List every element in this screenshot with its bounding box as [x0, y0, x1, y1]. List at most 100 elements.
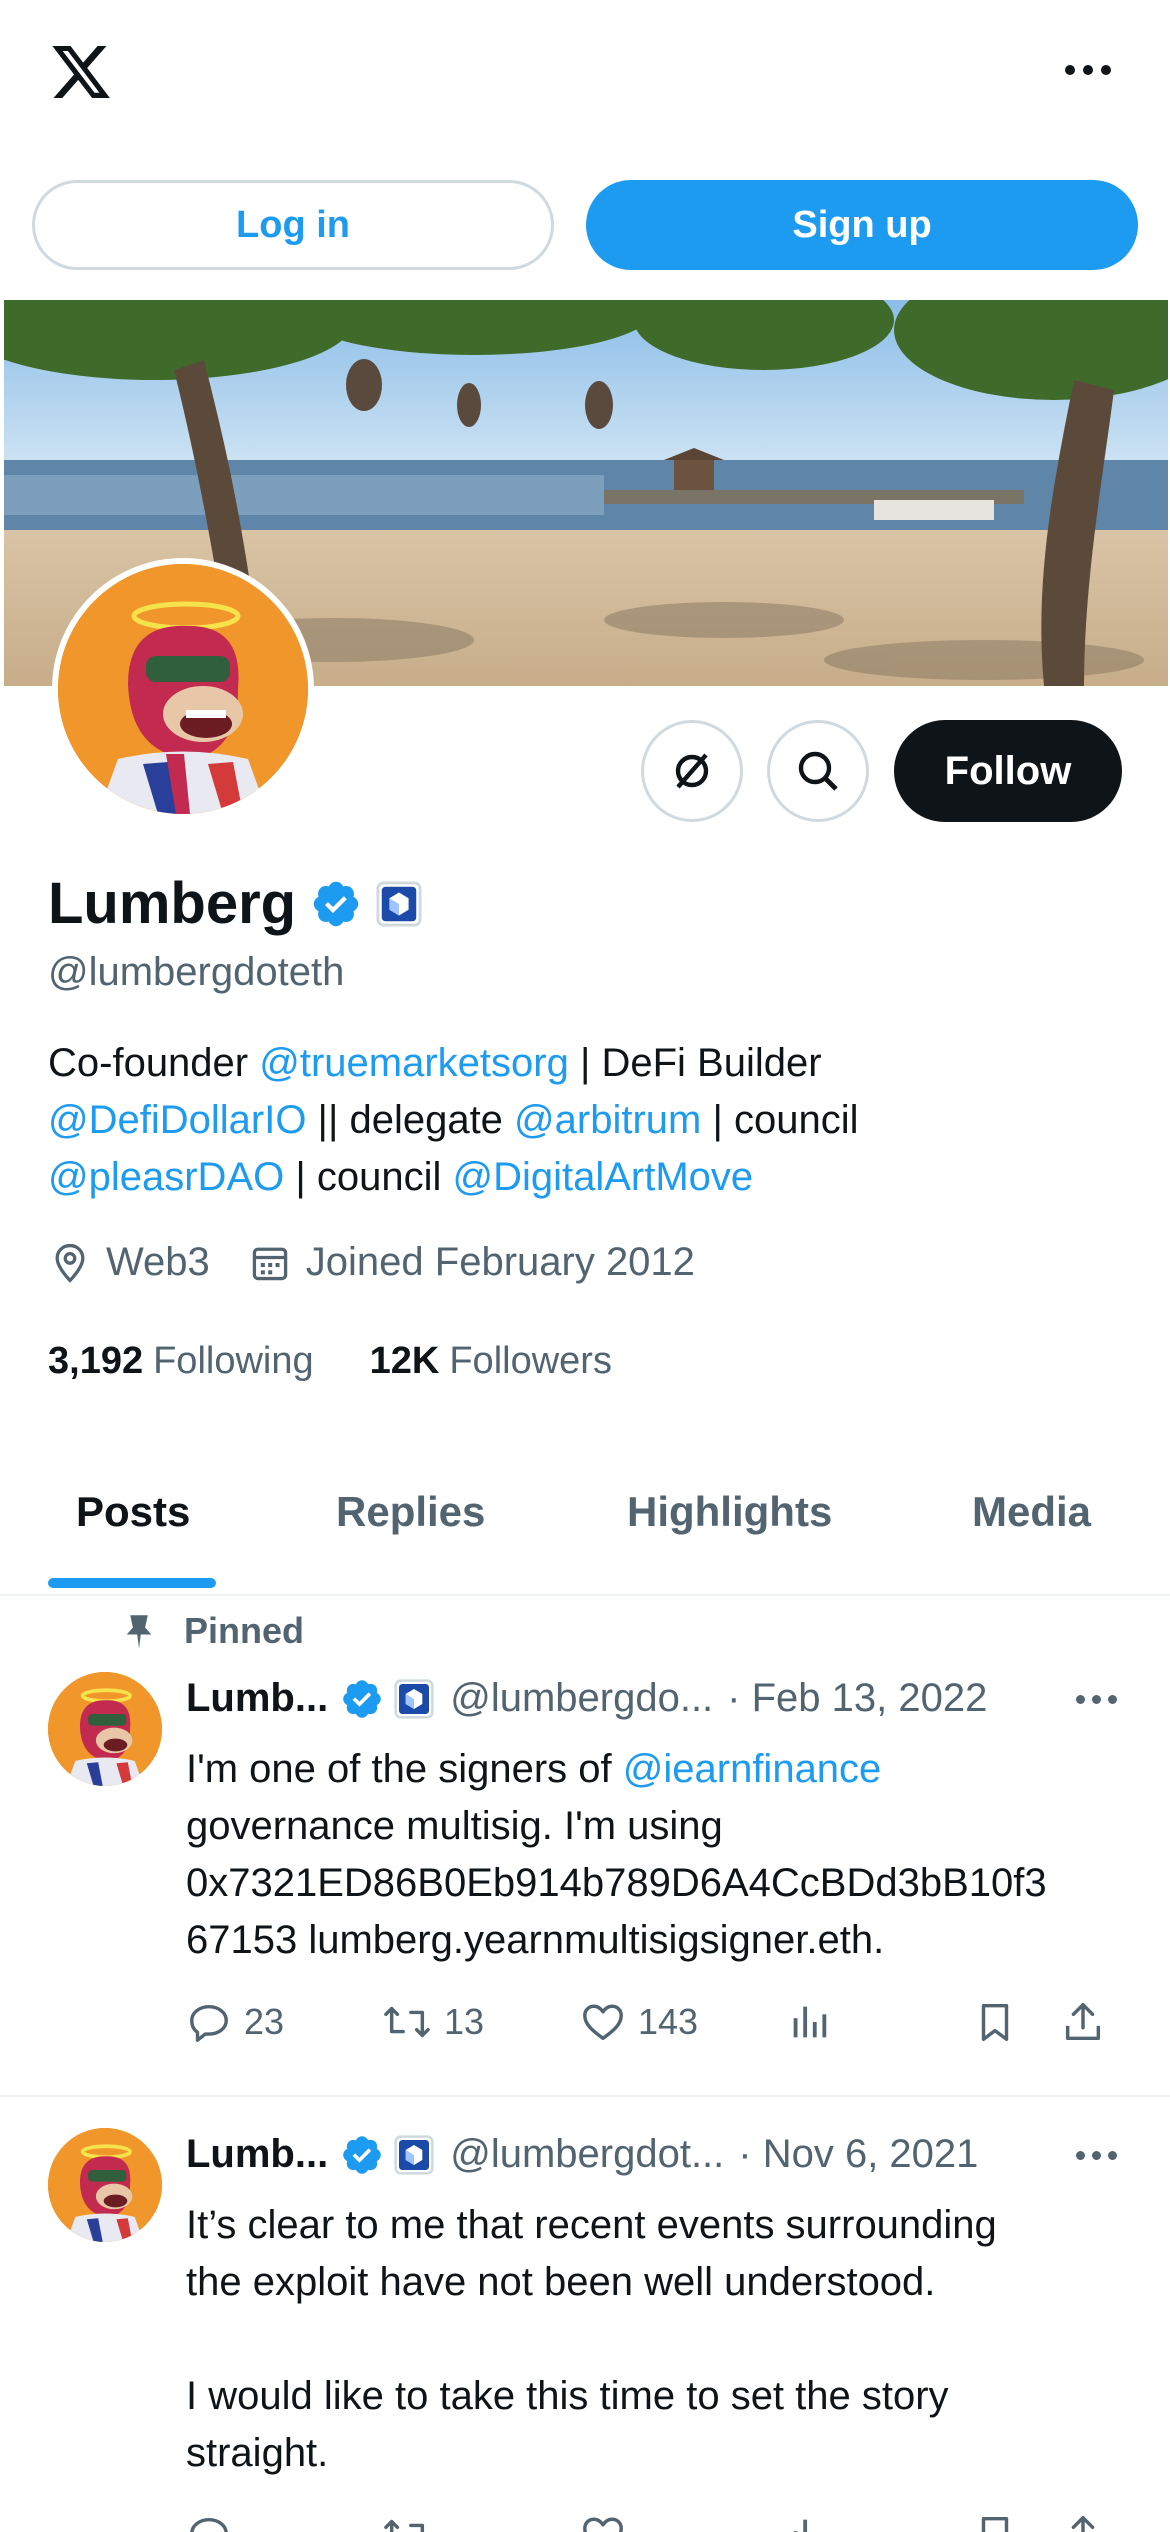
- heart-icon: [583, 2517, 623, 2532]
- tab-highlights[interactable]: Highlights: [627, 1488, 832, 1536]
- pinned-indicator: Pinned: [118, 1610, 304, 1652]
- tweet-mention-iearnfinance[interactable]: @iearnfinance: [623, 1747, 882, 1791]
- profile-avatar[interactable]: [52, 558, 314, 820]
- tweet-text: I'm one of the signers of @iearnfinance …: [186, 1741, 1136, 1969]
- tweet-actions: [186, 2512, 1126, 2532]
- profile-name-row: Lumberg: [48, 870, 422, 937]
- share-button[interactable]: [1060, 1999, 1106, 2045]
- views-button[interactable]: [786, 2512, 832, 2532]
- bookmark-button[interactable]: [972, 2512, 1018, 2532]
- grok-button[interactable]: [641, 720, 743, 822]
- login-button[interactable]: Log in: [32, 180, 554, 270]
- tweet-header: Lumb... @lumbergdot... · Nov 6, 2021: [186, 2132, 978, 2177]
- tweet-more-icon[interactable]: [1076, 1695, 1117, 1704]
- pinned-label: Pinned: [184, 1610, 305, 1651]
- profile-tabs: Posts Replies Highlights Media: [0, 1470, 1170, 1596]
- views-button[interactable]: [786, 1999, 832, 2045]
- tweet-text-line: I would like to take this time to set th…: [186, 2374, 949, 2418]
- verified-badge-icon: [313, 881, 359, 926]
- location-text: Web3: [106, 1240, 210, 1284]
- verified-badge-icon: [343, 1679, 382, 1718]
- joined-text: Joined February 2012: [305, 1240, 695, 1284]
- more-icon[interactable]: [1060, 56, 1116, 84]
- tweet-text-line: It’s clear to me that recent events surr…: [186, 2203, 997, 2247]
- signup-button[interactable]: Sign up: [586, 180, 1138, 270]
- tweet-author-name[interactable]: Lumb...: [186, 2132, 328, 2177]
- bio-text: Co-founder: [48, 1041, 260, 1085]
- location: Web3: [48, 1240, 210, 1285]
- repost-icon: [384, 2519, 425, 2532]
- bio-mention-truemarketsorg[interactable]: @truemarketsorg: [259, 1041, 569, 1085]
- tweet-text-line: 0x7321ED86B0Eb914b789D6A4CcBDd3bB10f3: [186, 1861, 1047, 1905]
- tweet-avatar[interactable]: [48, 1672, 162, 1786]
- bio-mention-pleasrdao[interactable]: @pleasrDAO: [48, 1155, 284, 1199]
- profile-handle: @lumbergdoteth: [48, 950, 345, 994]
- bio-line-2: @DefiDollarIO || delegate @arbitrum | co…: [48, 1092, 1128, 1149]
- bio-text: | council: [284, 1155, 453, 1199]
- search-button[interactable]: [767, 720, 869, 822]
- reply-button[interactable]: 23: [186, 1999, 284, 2045]
- share-button[interactable]: [1060, 2512, 1106, 2532]
- auth-buttons: Log in Sign up: [32, 180, 1138, 270]
- tweet-author-handle[interactable]: @lumbergdot...: [450, 2132, 724, 2177]
- tab-replies[interactable]: Replies: [336, 1488, 485, 1536]
- follow-button[interactable]: Follow: [894, 720, 1122, 822]
- grok-icon: [675, 753, 709, 789]
- reply-button[interactable]: [186, 2512, 232, 2532]
- tweet-header: Lumb... @lumbergdo... · Feb 13, 2022: [186, 1676, 987, 1721]
- affiliate-badge-icon: [394, 2134, 434, 2175]
- tweet-author-handle[interactable]: @lumbergdo...: [450, 1676, 713, 1721]
- repost-button[interactable]: 13: [382, 1999, 484, 2045]
- tweet-author-name[interactable]: Lumb...: [186, 1676, 328, 1721]
- reply-icon: [190, 2517, 228, 2532]
- bookmark-button[interactable]: [972, 1999, 1018, 2045]
- bookmark-icon: [981, 2516, 1009, 2532]
- bio-line-3: @pleasrDAO | council @DigitalArtMove: [48, 1149, 1128, 1206]
- tweet-text-part: I'm one of the signers of: [186, 1747, 623, 1791]
- repost-count: 13: [444, 2001, 485, 2042]
- bio-mention-defidollario[interactable]: @DefiDollarIO: [48, 1098, 306, 1142]
- views-chart-icon: [793, 2519, 808, 2532]
- tab-posts[interactable]: Posts: [76, 1488, 190, 1536]
- bio-mention-arbitrum[interactable]: @arbitrum: [514, 1098, 701, 1142]
- share-icon: [1065, 2003, 1101, 2041]
- tweet-text-line: 67153 lumberg.yearnmultisigsigner.eth.: [186, 1918, 885, 1962]
- profile-meta: Web3 Joined February 2012: [48, 1240, 733, 1285]
- tweet-avatar[interactable]: [48, 2128, 162, 2242]
- following-link[interactable]: 3,192 Following: [48, 1340, 314, 1383]
- tab-media[interactable]: Media: [972, 1488, 1091, 1536]
- tweet-date[interactable]: · Nov 6, 2021: [738, 2132, 978, 2177]
- repost-icon: [384, 2006, 430, 2038]
- followers-label: Followers: [449, 1340, 612, 1382]
- heart-icon: [583, 2004, 623, 2041]
- joined: Joined February 2012: [248, 1240, 695, 1285]
- verified-badge-icon: [343, 2135, 382, 2174]
- followers-count: 12K: [369, 1340, 440, 1382]
- search-icon: [798, 751, 838, 791]
- bio-line-1: Co-founder @truemarketsorg | DeFi Builde…: [48, 1035, 1128, 1092]
- like-button[interactable]: [580, 2512, 626, 2532]
- following-count: 3,192: [48, 1340, 144, 1382]
- tweet-date[interactable]: · Feb 13, 2022: [727, 1676, 987, 1721]
- followers-link[interactable]: 12K Followers: [370, 1340, 612, 1383]
- bio-text: | DeFi Builder: [568, 1041, 822, 1085]
- bio-mention-digitalartmove[interactable]: @DigitalArtMove: [452, 1155, 753, 1199]
- repost-button[interactable]: [382, 2512, 432, 2532]
- profile-bio: Co-founder @truemarketsorg | DeFi Builde…: [48, 1035, 1128, 1206]
- tweet-text-line: straight.: [186, 2431, 329, 2475]
- calendar-icon: [252, 1247, 288, 1280]
- following-label: Following: [153, 1340, 314, 1382]
- tweet-divider: [0, 2095, 1170, 2097]
- active-tab-indicator: [48, 1578, 216, 1588]
- like-button[interactable]: 143: [580, 1999, 698, 2045]
- bio-text: | council: [701, 1098, 859, 1142]
- tweet-actions: 23 13 143: [186, 1999, 1126, 2059]
- profile-counts: 3,192 Following 12K Followers: [48, 1340, 668, 1383]
- tweet-text-line: the exploit have not been well understoo…: [186, 2260, 936, 2304]
- top-bar: [0, 0, 1170, 150]
- bio-text: || delegate: [306, 1098, 515, 1142]
- x-logo-icon[interactable]: [46, 40, 116, 104]
- reply-count: 23: [244, 2001, 285, 2042]
- tweet-more-icon[interactable]: [1076, 2151, 1117, 2160]
